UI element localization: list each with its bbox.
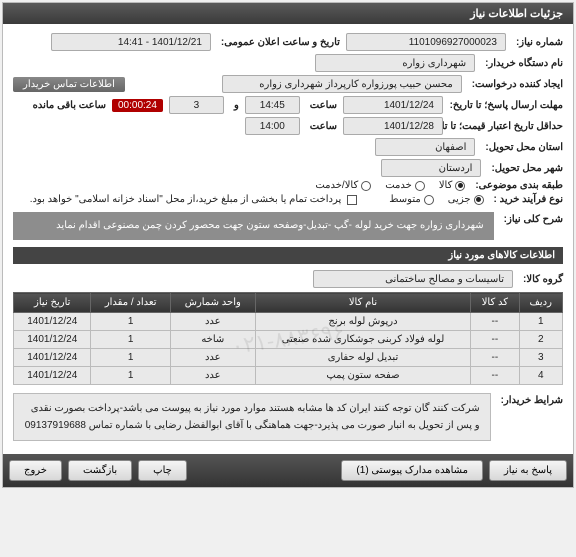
price-date: 1401/12/28 — [343, 117, 443, 135]
items-subheader: اطلاعات کالاهای مورد نیاز — [13, 247, 563, 264]
proc-radio-group: جزیی متوسط — [389, 194, 483, 205]
table-cell: 4 — [519, 367, 562, 385]
col-header: ردیف — [519, 293, 562, 313]
table-row[interactable]: 2--لوله فولاد کربنی جوشکاری شده صنعتیشاخ… — [14, 331, 563, 349]
class-radio-group: کالا خدمت کالا/خدمت — [315, 180, 465, 191]
table-cell: درپوش لوله برنج — [255, 313, 471, 331]
table-cell: 1 — [91, 349, 170, 367]
radio-kala-label: کالا — [439, 180, 453, 191]
group-label: گروه کالا: — [523, 274, 563, 285]
col-header: نام کالا — [255, 293, 471, 313]
table-row[interactable]: 1--درپوش لوله برنجعدد11401/12/24 — [14, 313, 563, 331]
table-cell: -- — [471, 331, 519, 349]
radio-khadamat-label: خدمت — [385, 180, 412, 191]
table-cell: 1 — [91, 367, 170, 385]
loc-value: اصفهان — [375, 138, 475, 156]
radio-proc-a[interactable] — [474, 195, 484, 205]
table-cell: شاخه — [170, 331, 255, 349]
radio-kala[interactable] — [455, 181, 465, 191]
table-cell: 1401/12/24 — [14, 349, 91, 367]
table-row[interactable]: 4--صفحه ستون پمپعدد11401/12/24 — [14, 367, 563, 385]
class-label: طبقه بندی موضوعی: — [475, 180, 563, 191]
need-no-value: 1101096927000023 — [346, 33, 506, 51]
attachments-button[interactable]: مشاهده مدارک پیوستی (1) — [341, 460, 483, 481]
table-cell: عدد — [170, 367, 255, 385]
col-header: کد کالا — [471, 293, 519, 313]
reply-date: 1401/12/24 — [343, 96, 443, 114]
table-cell: 1401/12/24 — [14, 367, 91, 385]
city-value: اردستان — [381, 159, 481, 177]
reply-deadline-label: مهلت ارسال پاسخ؛ تا تاریخ: — [453, 100, 563, 111]
desc-label: شرح کلی نیاز: — [504, 208, 563, 244]
exit-button[interactable]: خروج — [9, 460, 62, 481]
city-label: شهر محل تحویل: — [491, 163, 563, 174]
table-wrapper: ردیفکد کالانام کالاواحد شمارشتعداد / مقد… — [13, 292, 563, 385]
col-header: واحد شمارش — [170, 293, 255, 313]
radio-proc-b[interactable] — [424, 195, 434, 205]
requester-label: ایجاد کننده درخواست: — [472, 79, 563, 90]
col-header: تعداد / مقدار — [91, 293, 170, 313]
table-cell: -- — [471, 349, 519, 367]
days-value: 3 — [169, 96, 224, 114]
footer-bar: پاسخ به نیاز مشاهده مدارک پیوستی (1) چاپ… — [3, 454, 573, 487]
table-cell: -- — [471, 367, 519, 385]
va-label: و — [234, 100, 239, 111]
items-table: ردیفکد کالانام کالاواحد شمارشتعداد / مقد… — [13, 292, 563, 385]
desc-value: شهرداری زواره جهت خرید لوله -گپ -تبدیل-و… — [13, 212, 494, 240]
saat-label-2: ساعت — [310, 121, 337, 132]
table-cell: 2 — [519, 331, 562, 349]
table-cell: 3 — [519, 349, 562, 367]
price-time: 14:00 — [245, 117, 300, 135]
table-cell: -- — [471, 313, 519, 331]
back-button[interactable]: بازگشت — [68, 460, 132, 481]
group-value: تاسیسات و مصالح ساختمانی — [313, 270, 513, 288]
org-value: شهرداری زواره — [315, 54, 475, 72]
table-cell: تبدیل لوله حفاری — [255, 349, 471, 367]
remaining-label: ساعت باقی مانده — [33, 100, 106, 111]
org-label: نام دستگاه خریدار: — [485, 58, 563, 69]
treasury-checkbox[interactable] — [347, 195, 357, 205]
price-deadline-label: حداقل تاریخ اعتبار قیمت؛ تا تاریخ: — [453, 121, 563, 132]
reply-time: 14:45 — [245, 96, 300, 114]
proc-label: نوع فرآیند خرید : — [494, 194, 563, 205]
pub-dt-label: تاریخ و ساعت اعلان عمومی: — [221, 37, 340, 48]
radio-both-label: کالا/خدمت — [315, 180, 358, 191]
table-cell: 1401/12/24 — [14, 331, 91, 349]
table-cell: 1401/12/24 — [14, 313, 91, 331]
countdown-timer: 00:00:24 — [112, 99, 163, 112]
buyer-note-value: شرکت کنند گان توجه کنند ایران کد ها مشاب… — [13, 393, 491, 441]
treasury-label: پرداخت تمام یا بخشی از مبلغ خرید،از محل … — [30, 194, 342, 205]
table-cell: صفحه ستون پمپ — [255, 367, 471, 385]
col-header: تاریخ نیاز — [14, 293, 91, 313]
table-cell: عدد — [170, 313, 255, 331]
panel-header: جزئیات اطلاعات نیاز — [3, 3, 573, 24]
radio-both[interactable] — [361, 181, 371, 191]
pub-dt-value: 1401/12/21 - 14:41 — [51, 33, 211, 51]
table-cell: 1 — [519, 313, 562, 331]
respond-button[interactable]: پاسخ به نیاز — [489, 460, 567, 481]
buyer-contact-button[interactable]: اطلاعات تماس خریدار — [13, 77, 125, 92]
table-row[interactable]: 3--تبدیل لوله حفاریعدد11401/12/24 — [14, 349, 563, 367]
table-cell: عدد — [170, 349, 255, 367]
table-cell: 1 — [91, 313, 170, 331]
loc-label: استان محل تحویل: — [485, 142, 563, 153]
radio-proc-a-label: جزیی — [448, 194, 471, 205]
radio-khadamat[interactable] — [415, 181, 425, 191]
need-no-label: شماره نیاز: — [516, 37, 563, 48]
table-cell: لوله فولاد کربنی جوشکاری شده صنعتی — [255, 331, 471, 349]
print-button[interactable]: چاپ — [138, 460, 187, 481]
radio-proc-b-label: متوسط — [389, 194, 420, 205]
requester-value: محسن حبیب پورزواره کارپرداز شهرداری زوار… — [222, 75, 462, 93]
buyer-note-label: شرایط خریدار: — [501, 389, 563, 445]
table-cell: 1 — [91, 331, 170, 349]
saat-label-1: ساعت — [310, 100, 337, 111]
